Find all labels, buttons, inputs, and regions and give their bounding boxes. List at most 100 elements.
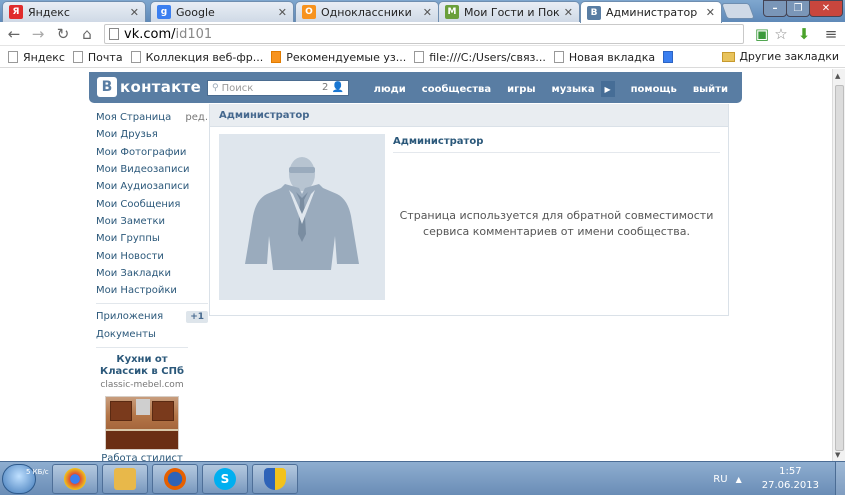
address-bar[interactable]: vk.com/id101 — [104, 24, 744, 44]
nav-games[interactable]: игры — [507, 84, 535, 95]
menu-audio[interactable]: Мои Аудиозаписи — [96, 178, 208, 195]
clock-date: 27.06.2013 — [761, 480, 819, 491]
bookmark-recommended[interactable]: Рекомендуемые уз... — [271, 51, 406, 64]
other-bookmarks[interactable]: Другие закладки — [722, 50, 839, 63]
menu-photos[interactable]: Мои Фотографии — [96, 144, 208, 161]
vertical-scrollbar[interactable]: ▲ ▼ — [832, 69, 845, 461]
folder-icon — [722, 51, 736, 62]
bookmark-yandex[interactable]: Яндекс — [8, 51, 65, 64]
bookmark-mail[interactable]: Почта — [72, 51, 123, 64]
menu-apps[interactable]: Приложения +1 — [96, 308, 208, 325]
nav-logout[interactable]: выйти — [693, 84, 728, 95]
taskbar-skype[interactable]: S — [202, 464, 248, 494]
forward-arrow-icon[interactable]: → — [29, 25, 47, 43]
page-icon — [72, 51, 83, 63]
tab-label: Администратор — [606, 6, 698, 19]
back-arrow-icon[interactable]: ← — [5, 25, 23, 43]
menu-label: Мои Друзья — [96, 129, 158, 141]
bookmark-file[interactable]: file:///C:/Users/связ... — [414, 51, 546, 64]
profile-box: Администратор Администратор Страница исп… — [209, 104, 729, 316]
bookmark-google[interactable] — [663, 51, 678, 63]
google-bookmark-icon — [663, 51, 674, 63]
tray-expand-icon[interactable]: ▲ — [736, 475, 742, 484]
scroll-down-icon[interactable]: ▼ — [835, 451, 840, 459]
vk-logo[interactable]: В контакте — [97, 77, 201, 97]
bookmark-newtab[interactable]: Новая вкладка — [553, 51, 655, 64]
menu-my-page[interactable]: Моя Страница ред. — [96, 109, 208, 126]
page-icon — [414, 51, 425, 63]
menu-friends[interactable]: Мои Друзья — [96, 126, 208, 143]
guests-app-favicon: M — [445, 5, 459, 19]
nav-communities[interactable]: сообщества — [422, 84, 491, 95]
tab-odnoklassniki[interactable]: O Одноклассники ✕ — [295, 1, 439, 22]
other-bookmarks-label: Другие закладки — [739, 50, 839, 63]
scroll-thumb[interactable] — [835, 85, 844, 451]
menu-notes[interactable]: Мои Заметки — [96, 213, 208, 230]
menu-messages[interactable]: Мои Сообщения — [96, 195, 208, 212]
tab-label: Одноклассники — [321, 5, 412, 19]
scroll-up-icon[interactable]: ▲ — [835, 72, 840, 80]
bookmark-star-icon[interactable]: ☆ — [772, 25, 790, 43]
page-icon — [553, 51, 564, 63]
download-extension-icon[interactable]: ⬇ — [795, 25, 813, 43]
ad-block[interactable]: Кухни от Классик в СПб classic-mebel.com… — [92, 347, 192, 461]
close-window-button[interactable]: ✕ — [809, 0, 843, 17]
apps-badge[interactable]: +1 — [186, 310, 208, 323]
menu-settings[interactable]: Мои Настройки — [96, 282, 208, 299]
tab-guests-app[interactable]: M Мои Гости и Поклонники ✕ — [438, 1, 580, 22]
menu-documents[interactable]: Документы — [96, 326, 208, 343]
page-icon — [109, 28, 119, 40]
minimize-button[interactable]: – — [763, 0, 787, 17]
tab-yandex[interactable]: Я Яндекс ✕ — [2, 1, 146, 22]
close-icon[interactable]: ✕ — [423, 6, 432, 19]
left-menu: Моя Страница ред. Мои Друзья Мои Фотограф… — [96, 109, 208, 343]
search-input[interactable]: ⚲ Поиск 2 👤 — [207, 80, 349, 96]
search-count: 2 👤 — [321, 82, 344, 93]
menu-divider — [96, 303, 208, 305]
taskbar-explorer[interactable] — [102, 464, 148, 494]
anonymous-agent-icon — [245, 157, 359, 270]
menu-videos[interactable]: Мои Видеозаписи — [96, 161, 208, 178]
person-icon: 👤 — [331, 82, 344, 93]
show-desktop-button[interactable] — [835, 462, 845, 495]
music-play-icon[interactable]: ▶ — [600, 81, 615, 97]
close-icon[interactable]: ✕ — [706, 6, 715, 19]
close-icon[interactable]: ✕ — [278, 6, 287, 19]
vk-logo-icon: В — [97, 77, 117, 97]
maximize-button[interactable]: ❐ — [786, 0, 810, 17]
close-icon[interactable]: ✕ — [130, 6, 139, 19]
taskbar-chrome[interactable] — [52, 464, 98, 494]
avatar[interactable] — [219, 134, 385, 300]
taskbar-security[interactable] — [252, 464, 298, 494]
profile-name: Администратор — [393, 136, 484, 147]
tab-label: Яндекс — [28, 5, 70, 19]
nav-help[interactable]: помощь — [631, 84, 677, 95]
address-host: vk.com/ — [124, 26, 176, 42]
menu-groups[interactable]: Мои Группы — [96, 230, 208, 247]
new-tab-button[interactable] — [721, 3, 755, 19]
nav-music[interactable]: музыка — [552, 84, 595, 95]
menu-bookmarks[interactable]: Мои Закладки — [96, 265, 208, 282]
extension-w-icon[interactable]: ▣ — [753, 25, 771, 43]
tab-google[interactable]: g Google ✕ — [150, 1, 294, 22]
home-icon[interactable]: ⌂ — [78, 25, 96, 43]
ad-domain: classic-mebel.com — [100, 380, 184, 390]
menu-news[interactable]: Мои Новости — [96, 247, 208, 264]
menu-icon[interactable]: ≡ — [822, 25, 840, 43]
ad-kitchen-image[interactable] — [105, 396, 179, 450]
close-icon[interactable]: ✕ — [564, 6, 573, 19]
tab-label: Мои Гости и Поклонники — [464, 5, 560, 19]
clock[interactable]: 1:57 27.06.2013 — [762, 465, 819, 493]
edit-link[interactable]: ред. — [185, 112, 208, 123]
orange-bookmark-icon — [271, 51, 282, 63]
ad-next-title[interactable]: Работа стилист — [92, 453, 192, 461]
reload-icon[interactable]: ↻ — [54, 25, 72, 43]
page-icon — [8, 51, 18, 63]
nav-people[interactable]: люди — [374, 84, 406, 95]
ad-title[interactable]: Кухни от Классик в СПб — [92, 354, 192, 378]
language-indicator[interactable]: RU — [713, 474, 727, 485]
clock-time: 1:57 — [779, 466, 802, 477]
taskbar-firefox[interactable] — [152, 464, 198, 494]
tab-administrator[interactable]: B Администратор ✕ — [580, 1, 722, 23]
bookmark-webfragments[interactable]: Коллекция веб-фр... — [130, 51, 263, 64]
